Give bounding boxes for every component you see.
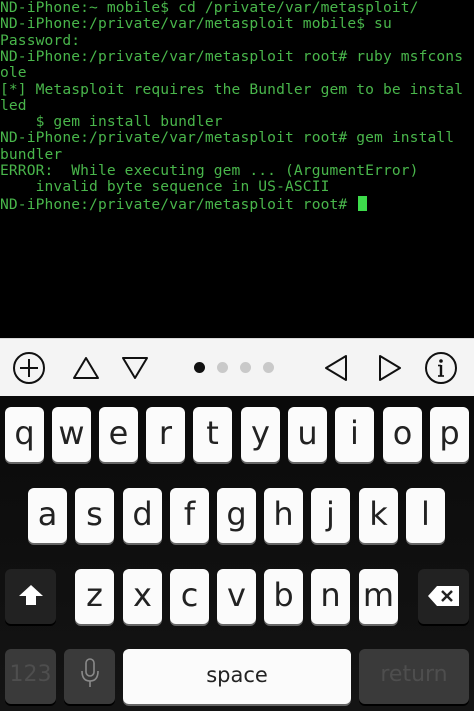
key-label: u: [297, 413, 318, 452]
page-indicator: [194, 359, 274, 375]
key-m[interactable]: m: [359, 569, 398, 624]
terminal-output[interactable]: ND-iPhone:~ mobile$ cd /private/var/meta…: [0, 0, 474, 338]
key-v[interactable]: v: [217, 569, 256, 624]
terminal-prompt-line: ND-iPhone:/private/var/metasploit root#: [0, 195, 368, 213]
terminal-prompt: ND-iPhone:/private/var/metasploit root#: [0, 195, 357, 213]
key-label: a: [37, 494, 58, 533]
triangle-up-icon: [71, 355, 101, 381]
plus-circle-icon: [11, 350, 47, 386]
key-c[interactable]: c: [170, 569, 209, 624]
triangle-right-icon: [377, 353, 403, 383]
key-p[interactable]: p: [430, 407, 469, 462]
key-label: k: [369, 494, 388, 533]
return-key[interactable]: return: [359, 649, 469, 704]
key-n[interactable]: n: [311, 569, 350, 624]
terminal-line: led: [0, 96, 27, 114]
key-l[interactable]: l: [406, 488, 445, 543]
key-label: s: [86, 494, 103, 533]
numbers-key[interactable]: 123: [5, 649, 56, 704]
microphone-icon: [80, 657, 100, 696]
key-label: c: [180, 575, 199, 614]
key-label: v: [227, 575, 246, 614]
terminal-cursor: [358, 195, 368, 211]
terminal-line: ND-iPhone:/private/var/metasploit root# …: [0, 129, 455, 147]
key-e[interactable]: e: [99, 407, 138, 462]
key-label: return: [380, 662, 448, 687]
key-w[interactable]: w: [52, 407, 91, 462]
page-dot: [194, 361, 205, 373]
arrow-down-button[interactable]: [115, 339, 155, 397]
key-label: space: [206, 662, 268, 687]
triangle-left-icon: [323, 353, 349, 383]
triangle-down-icon: [120, 355, 150, 381]
key-label: 123: [9, 662, 52, 687]
key-label: h: [273, 494, 294, 533]
key-label: f: [183, 494, 196, 533]
key-label: j: [326, 494, 335, 533]
key-h[interactable]: h: [264, 488, 303, 543]
key-z[interactable]: z: [75, 569, 114, 624]
key-label: y: [251, 413, 270, 452]
key-s[interactable]: s: [75, 488, 114, 543]
terminal-toolbar: [0, 338, 474, 397]
page-dot: [240, 361, 251, 373]
key-label: e: [108, 413, 129, 452]
key-label: z: [86, 575, 103, 614]
key-label: d: [132, 494, 153, 533]
key-q[interactable]: q: [5, 407, 44, 462]
terminal-line: invalid byte sequence in US-ASCII: [0, 178, 330, 196]
dictation-key[interactable]: [64, 649, 115, 704]
arrow-right-button[interactable]: [370, 339, 410, 397]
key-label: r: [158, 413, 173, 452]
key-u[interactable]: u: [288, 407, 327, 462]
key-label: o: [392, 413, 413, 452]
page-dot: [263, 361, 274, 373]
terminal-line: Password:: [0, 31, 81, 49]
key-g[interactable]: g: [217, 488, 256, 543]
info-circle-icon: [423, 350, 459, 386]
key-label: g: [226, 494, 247, 533]
key-k[interactable]: k: [359, 488, 398, 543]
key-b[interactable]: b: [264, 569, 303, 624]
page-dot: [217, 361, 228, 373]
terminal-line: ole: [0, 64, 27, 82]
key-label: n: [320, 575, 341, 614]
key-f[interactable]: f: [170, 488, 209, 543]
key-i[interactable]: i: [335, 407, 374, 462]
key-label: l: [421, 494, 430, 533]
terminal-line: bundler: [0, 145, 63, 163]
key-label: b: [273, 575, 294, 614]
arrow-up-button[interactable]: [66, 339, 106, 397]
info-button[interactable]: [420, 339, 462, 397]
terminal-line: ERROR: While executing gem ... (Argument…: [0, 162, 419, 179]
shift-arrow-icon: [17, 578, 45, 616]
key-label: t: [206, 413, 219, 452]
delete-key[interactable]: [418, 569, 469, 624]
shift-key[interactable]: [5, 569, 56, 624]
key-label: i: [350, 413, 359, 452]
terminal-line: ND-iPhone:/private/var/metasploit mobile…: [0, 15, 392, 33]
terminal-line: [*] Metasploit requires the Bundler gem …: [0, 80, 464, 98]
key-r[interactable]: r: [146, 407, 185, 462]
terminal-line: $ gem install bundler: [0, 113, 223, 131]
arrow-left-button[interactable]: [316, 339, 356, 397]
key-o[interactable]: o: [383, 407, 422, 462]
key-x[interactable]: x: [123, 569, 162, 624]
key-d[interactable]: d: [123, 488, 162, 543]
key-y[interactable]: y: [241, 407, 280, 462]
delete-icon: [427, 578, 461, 616]
key-label: w: [58, 413, 85, 452]
key-a[interactable]: a: [28, 488, 67, 543]
add-button[interactable]: [8, 339, 50, 397]
space-key[interactable]: space: [123, 649, 351, 704]
key-label: x: [133, 575, 152, 614]
onscreen-keyboard: q w e r t y u i o p a s d f g h j k l z …: [0, 396, 474, 711]
terminal-line: ND-iPhone:~ mobile$ cd /private/var/meta…: [0, 0, 419, 16]
key-label: q: [14, 413, 35, 452]
key-label: p: [439, 413, 460, 452]
key-t[interactable]: t: [193, 407, 232, 462]
key-j[interactable]: j: [311, 488, 350, 543]
key-label: m: [362, 575, 395, 614]
terminal-line: ND-iPhone:/private/var/metasploit root# …: [0, 47, 464, 65]
